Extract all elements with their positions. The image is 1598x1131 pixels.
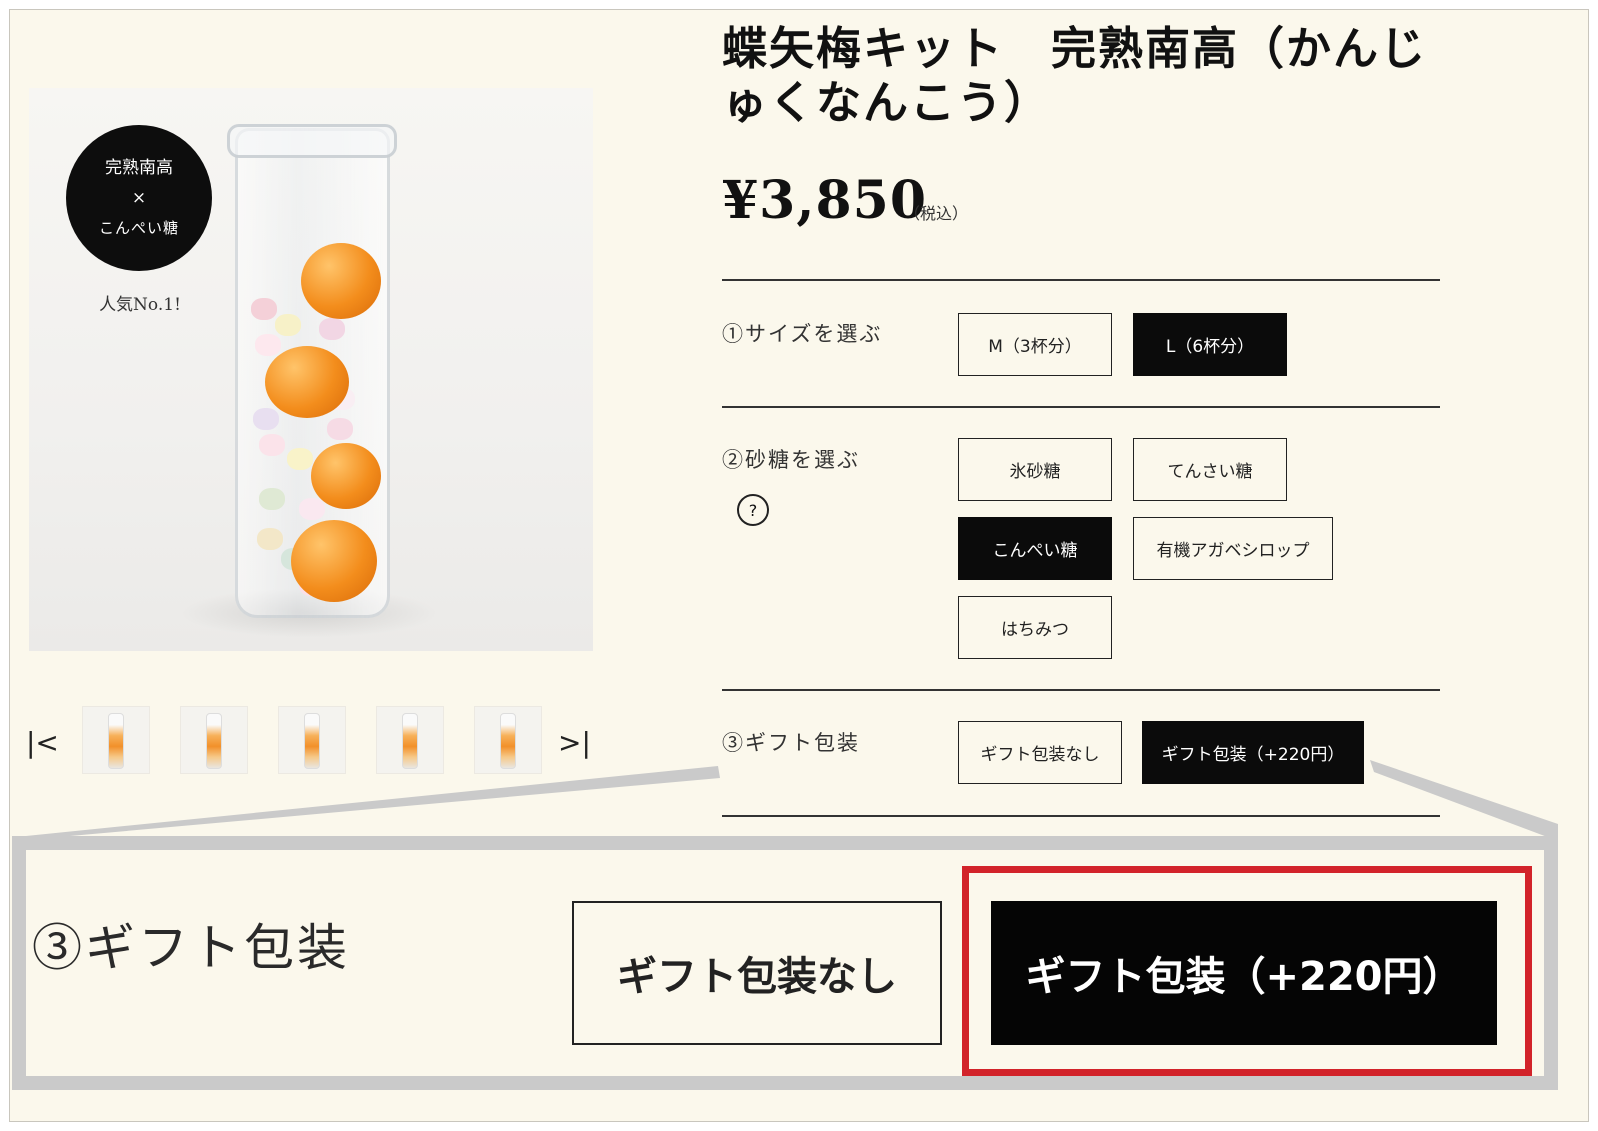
zoom-gift-option-none[interactable]: ギフト包装なし xyxy=(572,901,942,1045)
highlight-box xyxy=(962,866,1532,1076)
zoom-gift-label: ③ギフト包装 xyxy=(32,919,350,977)
